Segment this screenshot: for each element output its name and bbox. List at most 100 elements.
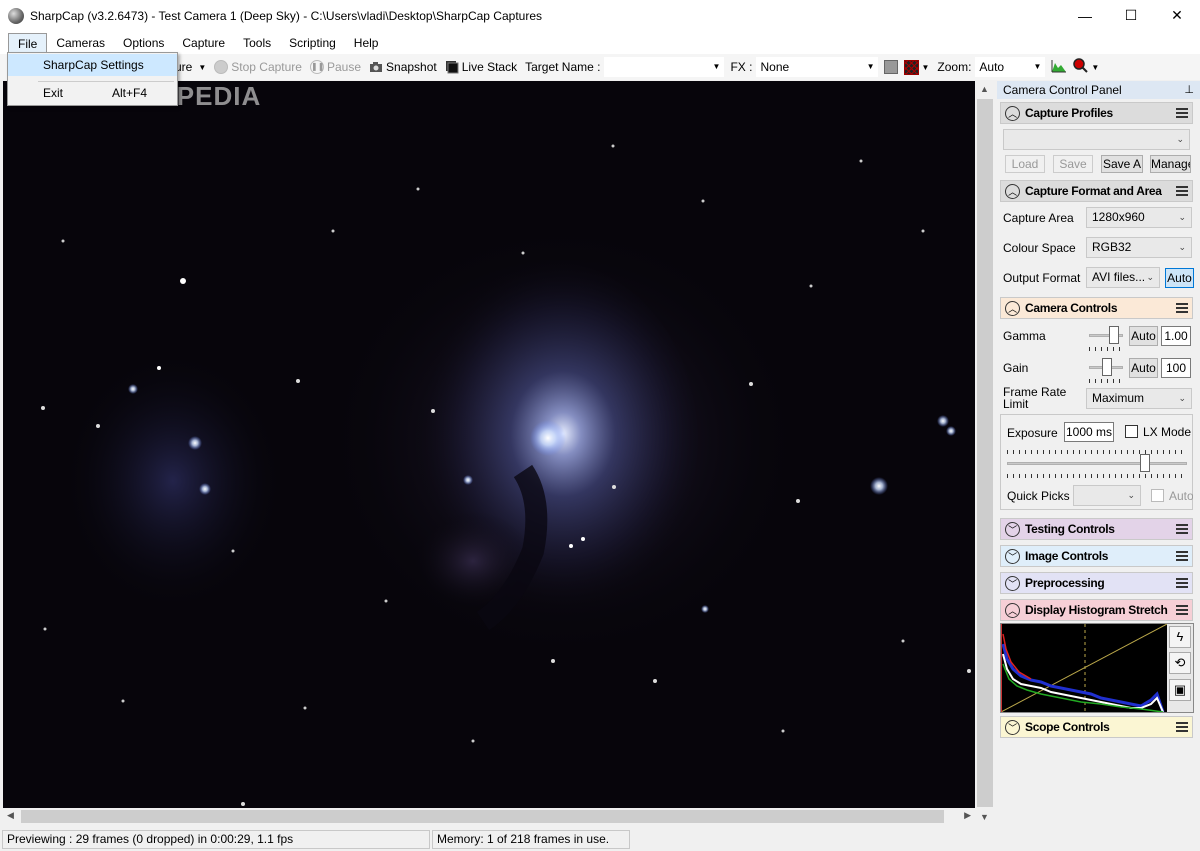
expand-icon[interactable]: ﹀ — [1005, 575, 1020, 591]
output-format-select[interactable]: AVI files... ⌄ — [1086, 267, 1160, 288]
pause-button[interactable]: ❚❚ Pause — [309, 60, 361, 74]
exposure-slider-ticks-top — [1007, 450, 1187, 454]
zoom-label: Zoom: — [937, 60, 972, 74]
hamburger-menu-icon[interactable] — [1176, 524, 1188, 536]
hamburger-menu-icon[interactable] — [1176, 722, 1188, 734]
chevron-down-icon[interactable]: ▼ — [1091, 63, 1099, 72]
capture-profile-select[interactable]: ⌄ — [1003, 129, 1190, 150]
target-name-combo[interactable]: ▼ — [604, 57, 725, 77]
reset-icon[interactable]: ⟲ — [1169, 652, 1191, 674]
image-controls-header[interactable]: ﹀ Image Controls — [1000, 545, 1193, 567]
scroll-right-icon[interactable]: ▶ — [964, 810, 971, 821]
zoom-magnifier-icon[interactable] — [1073, 57, 1089, 77]
expand-icon[interactable]: ﹀ — [1005, 521, 1020, 537]
chevron-down-icon[interactable]: ▼ — [198, 63, 206, 72]
lx-mode-label: LX Mode — [1143, 425, 1192, 439]
menu-capture[interactable]: Capture — [173, 33, 234, 53]
quick-picks-auto-checkbox[interactable] — [1151, 489, 1164, 502]
hamburger-menu-icon[interactable] — [1176, 108, 1188, 120]
quick-picks-select[interactable]: ⌄ — [1073, 485, 1141, 506]
red-grid-icon[interactable] — [904, 59, 920, 75]
gamma-slider-thumb[interactable] — [1109, 326, 1120, 344]
horizontal-scrollbar[interactable]: ◀ ▶ — [3, 808, 975, 825]
collapse-icon[interactable]: ︿ — [1005, 183, 1020, 199]
gain-value-field[interactable]: 100 — [1161, 358, 1191, 378]
hamburger-menu-icon[interactable] — [1176, 186, 1188, 198]
colour-space-value: RGB32 — [1092, 240, 1132, 254]
save-profile-button[interactable]: Save — [1053, 155, 1093, 173]
scroll-up-icon[interactable]: ▲ — [980, 84, 989, 94]
scope-controls-header[interactable]: ﹀ Scope Controls — [1000, 716, 1193, 738]
manage-profiles-button[interactable]: Manage — [1150, 155, 1191, 173]
collapse-icon[interactable]: ︿ — [1005, 300, 1020, 316]
display-histogram[interactable]: ϟ ⟲ ▣ — [1000, 623, 1194, 713]
preview-status: Previewing : 29 frames (0 dropped) in 0:… — [2, 830, 430, 849]
histogram-icon[interactable] — [1051, 59, 1067, 76]
zoom-combo[interactable]: Auto ▼ — [975, 57, 1046, 77]
gain-auto-button[interactable]: Auto — [1129, 358, 1158, 378]
sharpcap-settings-menu-item[interactable]: SharpCap Settings — [8, 54, 177, 76]
menu-help[interactable]: Help — [345, 33, 388, 53]
live-stack-button[interactable]: Live Stack — [445, 60, 517, 74]
capture-format-header[interactable]: ︿ Capture Format and Area — [1000, 180, 1193, 202]
histogram-stretch-header[interactable]: ︿ Display Histogram Stretch — [1000, 599, 1193, 621]
capture-area-select[interactable]: 1280x960 ⌄ — [1086, 207, 1192, 228]
save-as-profile-button[interactable]: Save A — [1101, 155, 1143, 173]
scroll-down-icon[interactable]: ▼ — [980, 812, 989, 822]
camera-controls-header[interactable]: ︿ Camera Controls — [1000, 297, 1193, 319]
scroll-left-icon[interactable]: ◀ — [7, 810, 14, 821]
output-format-auto-button[interactable]: Auto — [1165, 268, 1194, 288]
menu-tools[interactable]: Tools — [234, 33, 280, 53]
hamburger-menu-icon[interactable] — [1176, 303, 1188, 315]
snapshot-button[interactable]: Snapshot — [369, 60, 437, 74]
testing-controls-header[interactable]: ﹀ Testing Controls — [1000, 518, 1193, 540]
capture-profiles-header[interactable]: ︿ Capture Profiles — [1000, 102, 1193, 124]
hamburger-menu-icon[interactable] — [1176, 551, 1188, 563]
menu-cameras[interactable]: Cameras — [47, 33, 114, 53]
menu-options[interactable]: Options — [114, 33, 173, 53]
camera-icon — [369, 60, 383, 74]
collapse-icon[interactable]: ︿ — [1005, 602, 1020, 618]
close-button[interactable]: ✕ — [1154, 0, 1200, 31]
chevron-down-icon: ▼ — [712, 62, 721, 71]
menu-file[interactable]: File — [8, 32, 48, 53]
exit-menu-item[interactable]: Exit Alt+F4 — [8, 82, 177, 104]
fx-label: FX : — [730, 60, 753, 74]
camera-controls-title: Camera Controls — [1025, 301, 1118, 315]
expand-icon[interactable]: ﹀ — [1005, 719, 1020, 735]
gray-square-icon[interactable] — [884, 60, 899, 74]
camera-preview-image[interactable]: FTPEDIA — [3, 81, 975, 808]
exposure-label: Exposure — [1007, 426, 1058, 440]
pin-icon[interactable]: ⊥ — [1184, 81, 1194, 99]
gain-slider-thumb[interactable] — [1102, 358, 1113, 376]
lx-mode-checkbox[interactable] — [1125, 425, 1138, 438]
chevron-down-icon: ⌄ — [1176, 134, 1184, 144]
exposure-slider-track[interactable] — [1007, 462, 1187, 465]
stop-capture-button[interactable]: Stop Capture — [214, 60, 302, 74]
save-icon[interactable]: ▣ — [1169, 679, 1191, 701]
load-profile-button[interactable]: Load — [1005, 155, 1045, 173]
minimize-button[interactable]: — — [1062, 0, 1108, 31]
preprocessing-header[interactable]: ﹀ Preprocessing — [1000, 572, 1193, 594]
vertical-scroll-thumb[interactable] — [977, 99, 993, 807]
capture-area-value: 1280x960 — [1092, 210, 1145, 224]
pause-icon: ❚❚ — [309, 60, 324, 74]
chevron-down-icon[interactable]: ▼ — [921, 63, 929, 72]
maximize-button[interactable]: ☐ — [1108, 0, 1154, 31]
menu-scripting[interactable]: Scripting — [280, 33, 345, 53]
hamburger-menu-icon[interactable] — [1176, 578, 1188, 590]
colour-space-select[interactable]: RGB32 ⌄ — [1086, 237, 1192, 258]
lightning-icon[interactable]: ϟ — [1169, 626, 1191, 648]
hamburger-menu-icon[interactable] — [1176, 605, 1188, 617]
exposure-slider-thumb[interactable] — [1139, 454, 1150, 472]
gamma-auto-button[interactable]: Auto — [1129, 326, 1158, 346]
expand-icon[interactable]: ﹀ — [1005, 548, 1020, 564]
exposure-value-field[interactable]: 1000 ms — [1064, 422, 1114, 442]
vertical-scrollbar[interactable]: ▲ ▼ — [975, 81, 995, 825]
frame-rate-select[interactable]: Maximum ⌄ — [1086, 388, 1192, 409]
start-capture-button[interactable]: ure ▼ — [175, 60, 206, 74]
horizontal-scroll-thumb[interactable] — [21, 810, 944, 823]
gamma-value-field[interactable]: 1.00 — [1161, 326, 1191, 346]
collapse-icon[interactable]: ︿ — [1005, 105, 1020, 121]
fx-combo[interactable]: None ▼ — [756, 57, 879, 77]
